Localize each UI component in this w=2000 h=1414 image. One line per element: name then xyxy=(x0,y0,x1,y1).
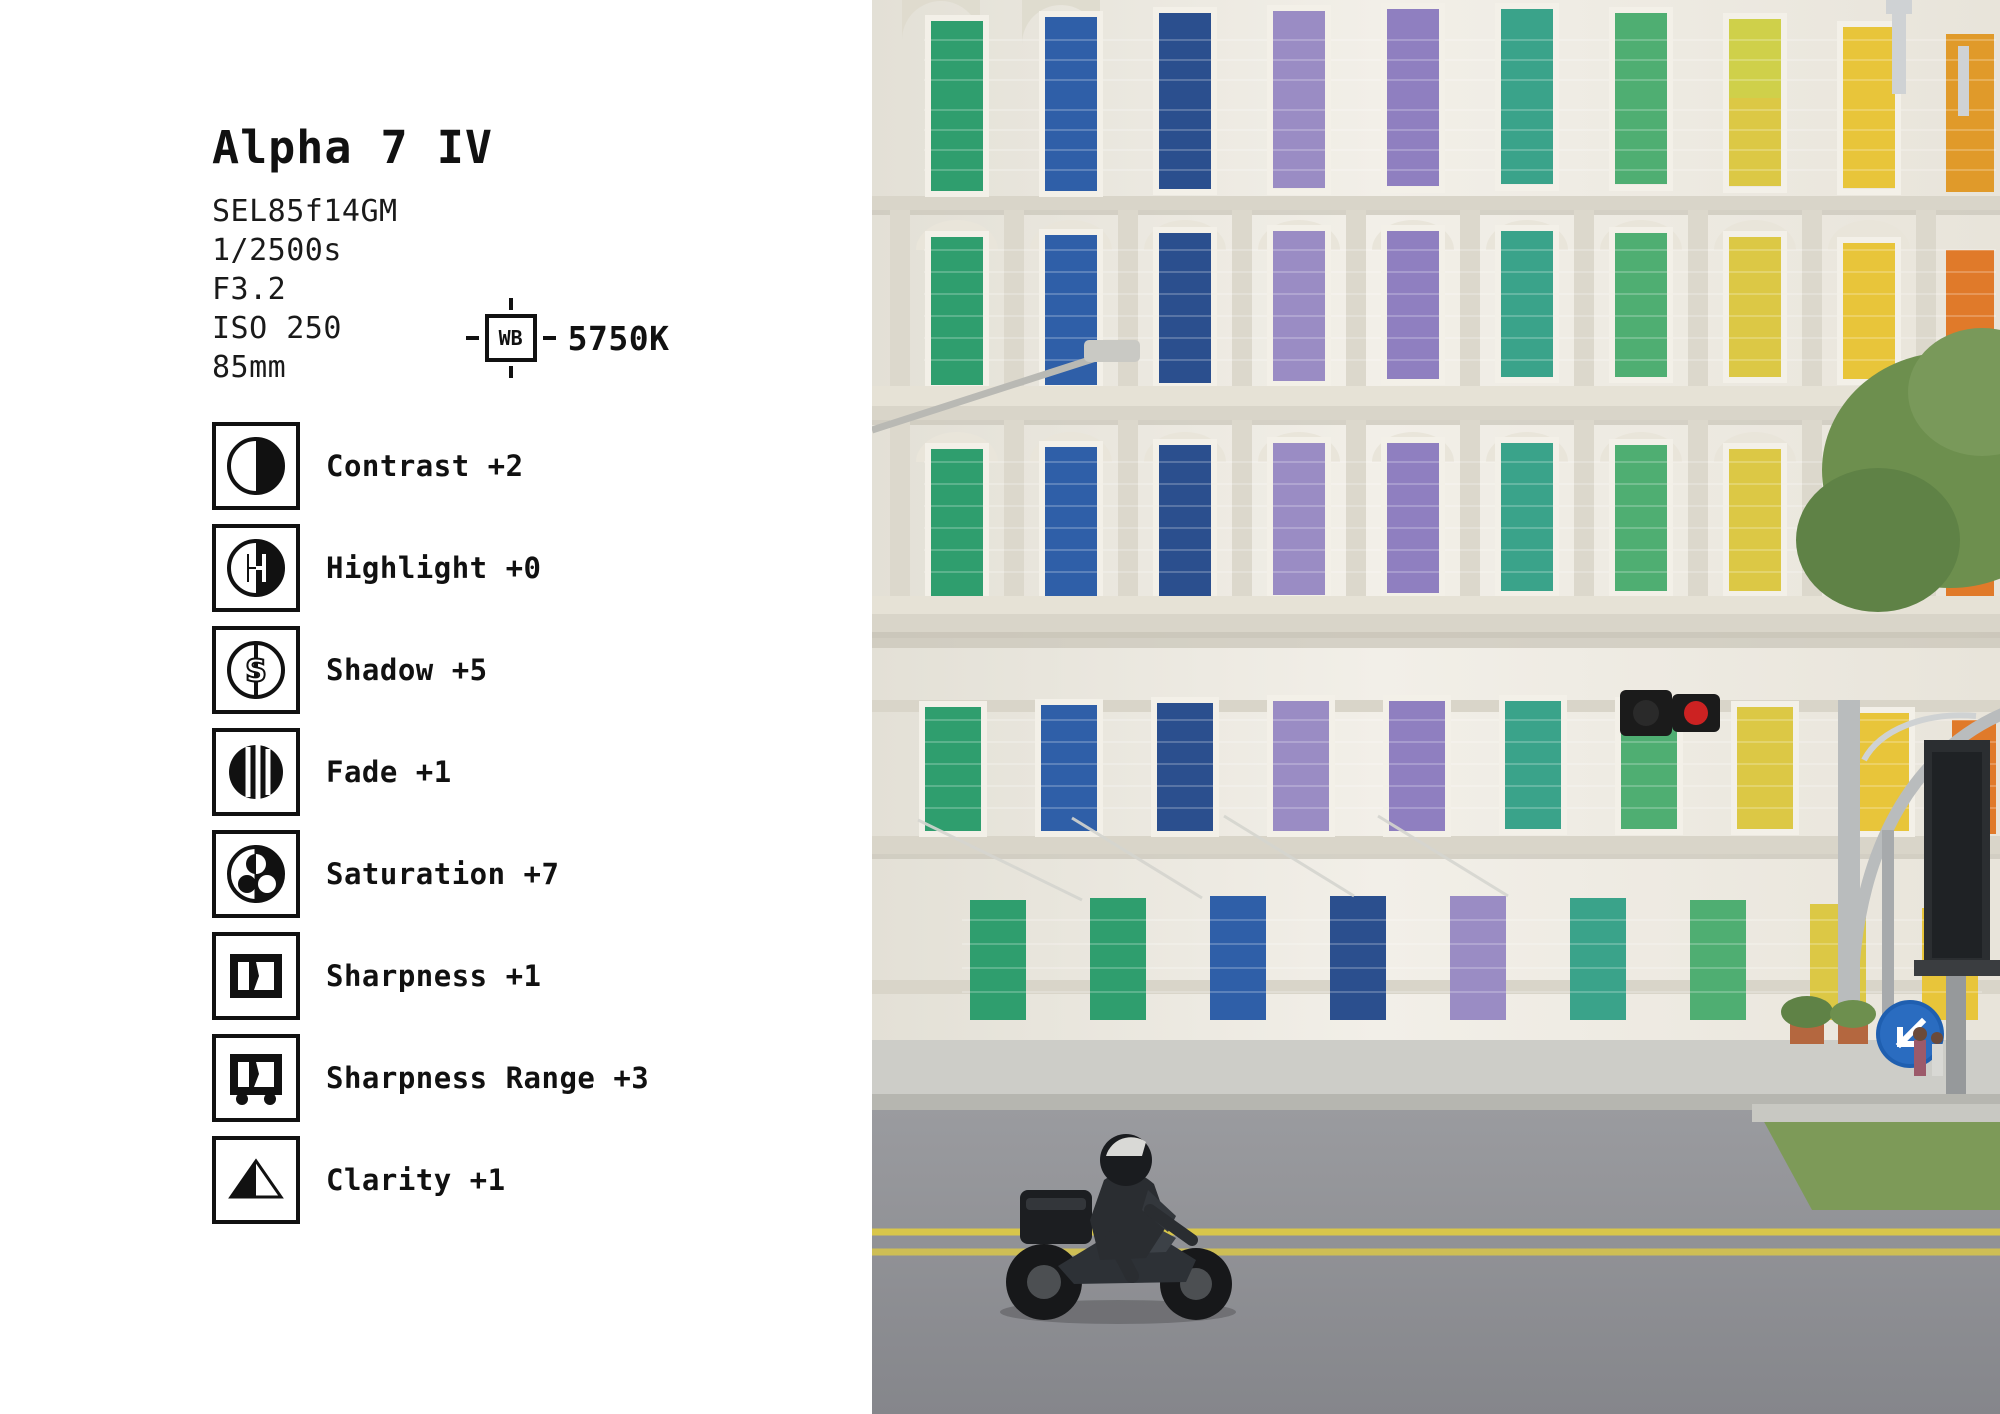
wb-dash-left-icon xyxy=(465,336,479,340)
saturation-icon xyxy=(212,830,300,918)
adjustment-row-saturation: Saturation +7 xyxy=(212,823,649,925)
shadow-icon: S xyxy=(212,626,300,714)
adjustment-label: Saturation +7 xyxy=(326,857,560,891)
contrast-icon xyxy=(212,422,300,510)
adjustment-row-sharpness: Sharpness +1 xyxy=(212,925,649,1027)
adjustment-label: Highlight +0 xyxy=(326,551,542,585)
wb-tick-top-icon xyxy=(508,298,513,310)
wb-tick-bottom-icon xyxy=(508,366,513,378)
adjustment-label: Shadow +5 xyxy=(326,653,488,687)
exif-row: SEL85f14GM 1/2500s F3.2 ISO 250 85mm WB xyxy=(212,192,852,387)
adjustment-row-sharpness-range: Sharpness Range +3 xyxy=(212,1027,649,1129)
page-title: Alpha 7 IV xyxy=(212,121,493,174)
svg-text:S: S xyxy=(245,654,267,689)
adjustment-label: Sharpness Range +3 xyxy=(326,1061,650,1095)
exif-lens: SEL85f14GM xyxy=(212,194,398,229)
exif-focal: 85mm xyxy=(212,350,287,385)
wb-label: WB xyxy=(498,326,523,350)
photo-preset-card: Alpha 7 IV SEL85f14GM 1/2500s F3.2 ISO 2… xyxy=(0,0,2000,1414)
adjustment-label: Clarity +1 xyxy=(326,1163,506,1197)
adjustment-row-highlight: Highlight +0 xyxy=(212,517,649,619)
clarity-icon xyxy=(212,1136,300,1224)
sharpness-range-icon xyxy=(212,1034,300,1122)
adjustment-list: Contrast +2 Highlight +0 S Shadow +5 Fad… xyxy=(212,415,649,1231)
photo-preview xyxy=(872,0,2000,1414)
exif-iso: ISO 250 xyxy=(212,311,342,346)
white-balance-badge: WB 5750K xyxy=(465,298,670,378)
adjustment-row-contrast: Contrast +2 xyxy=(212,415,649,517)
exif-list: SEL85f14GM 1/2500s F3.2 ISO 250 85mm xyxy=(212,192,398,387)
highlight-icon xyxy=(212,524,300,612)
adjustment-label: Contrast +2 xyxy=(326,449,524,483)
wb-dash-right-icon xyxy=(542,336,556,340)
wb-box-icon: WB xyxy=(484,298,537,378)
adjustment-label: Sharpness +1 xyxy=(326,959,542,993)
adjustment-row-shadow: S Shadow +5 xyxy=(212,619,649,721)
wb-temperature: 5750K xyxy=(567,318,670,358)
adjustment-label: Fade +1 xyxy=(326,755,452,789)
adjustment-row-clarity: Clarity +1 xyxy=(212,1129,649,1231)
exif-aperture: F3.2 xyxy=(212,272,287,307)
info-panel: Alpha 7 IV SEL85f14GM 1/2500s F3.2 ISO 2… xyxy=(0,0,872,1414)
adjustment-row-fade: Fade +1 xyxy=(212,721,649,823)
wb-icon: WB xyxy=(465,298,556,378)
photo-illustration xyxy=(872,0,2000,1414)
sharpness-icon xyxy=(212,932,300,1020)
exif-shutter: 1/2500s xyxy=(212,233,342,268)
exif-block: Alpha 7 IV SEL85f14GM 1/2500s F3.2 ISO 2… xyxy=(212,125,852,387)
fade-icon xyxy=(212,728,300,816)
